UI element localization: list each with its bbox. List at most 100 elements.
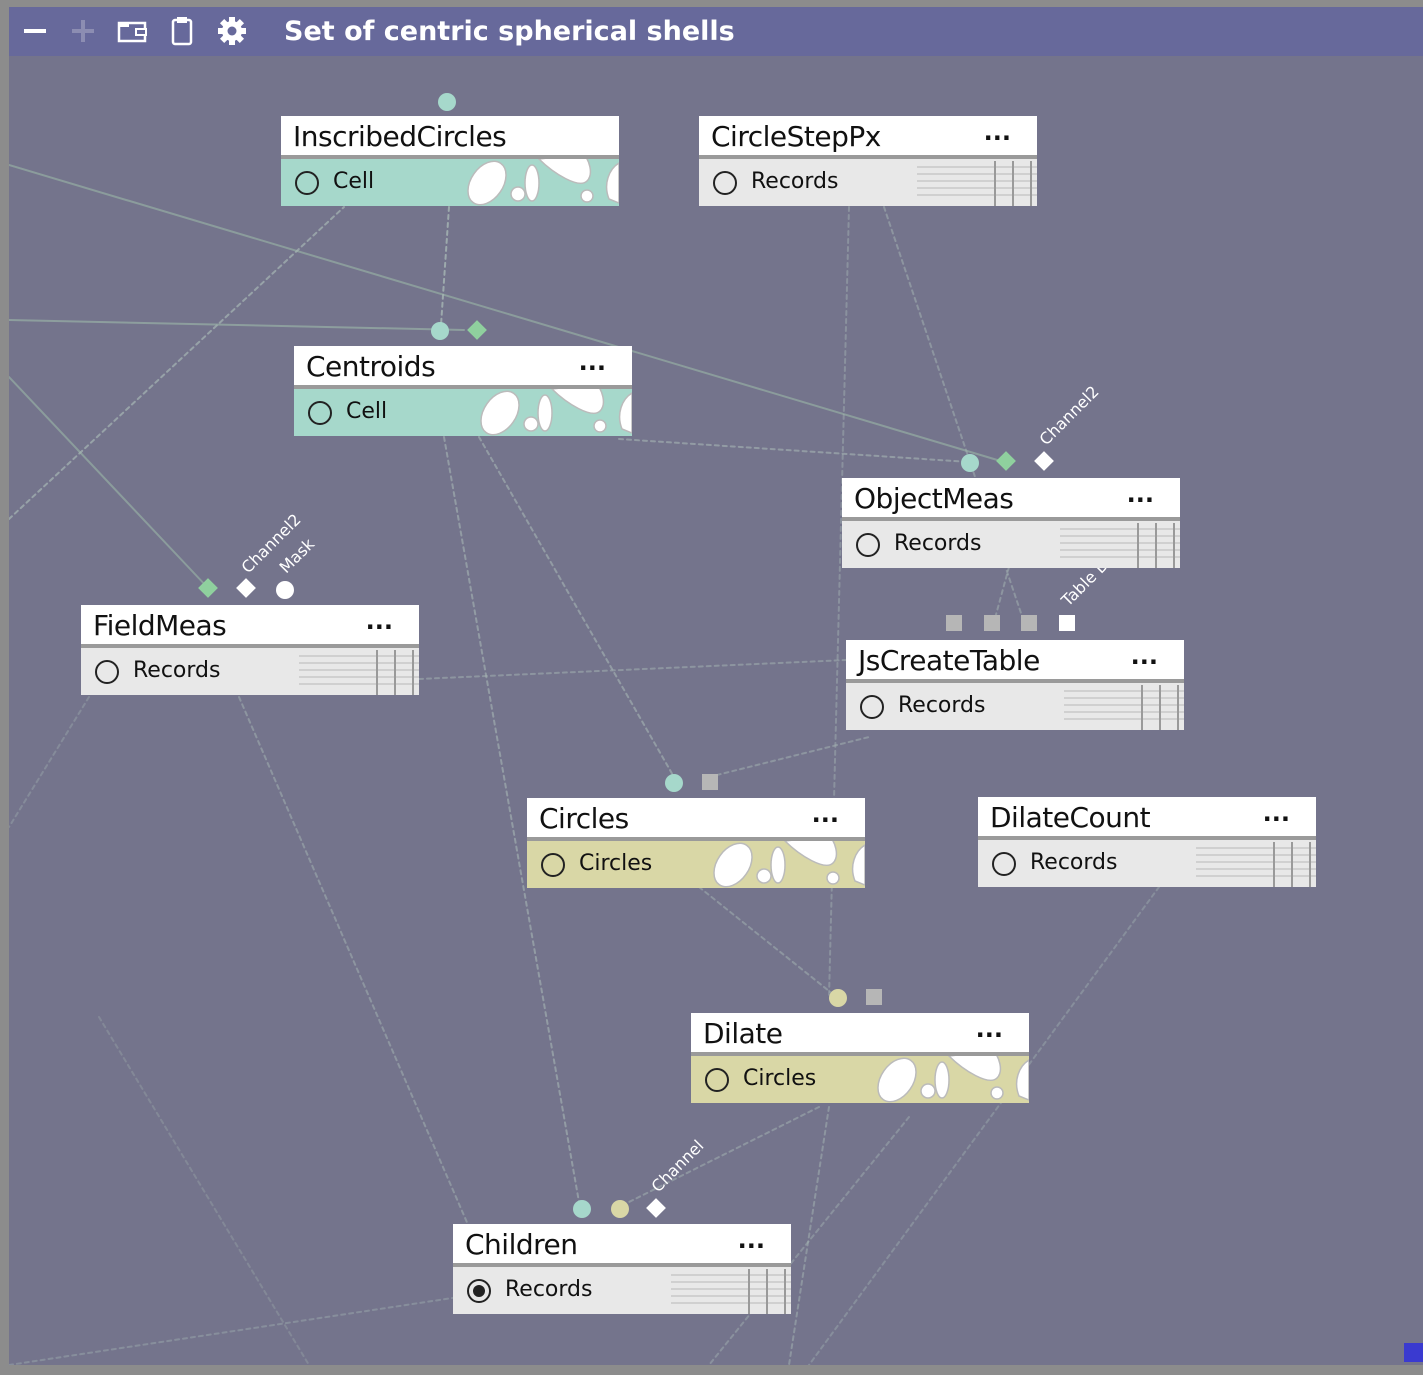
edge-line [993,566,1010,623]
plus-icon[interactable] [67,15,99,47]
output-radio[interactable] [992,852,1016,876]
clipboard-icon[interactable] [166,15,198,47]
output-type-label: Circles [743,1066,817,1091]
output-type-label: Records [1030,850,1118,875]
input-pin[interactable] [829,989,847,1007]
output-type-label: Records [894,531,982,556]
node-circlestepx[interactable]: CircleStepPx ... Records [699,116,1037,206]
output-radio[interactable] [856,533,880,557]
node-menu-button[interactable]: ... [1263,801,1290,825]
input-pin[interactable] [946,615,962,631]
output-radio[interactable] [295,171,319,195]
input-pin[interactable] [431,322,449,340]
node-circles[interactable]: Circles ... Circles [527,798,865,888]
node-menu-button[interactable]: ... [812,802,839,826]
edge-line [698,886,835,996]
node-header[interactable]: Centroids ... [294,346,632,389]
title-bar: Set of centric spherical shells [9,7,1423,56]
node-output[interactable]: Records [846,683,1184,730]
node-output[interactable]: Records [978,840,1316,887]
output-type-label: Cell [346,399,388,424]
gear-icon[interactable] [216,15,248,47]
node-menu-button[interactable]: ... [1131,644,1158,668]
input-pin[interactable] [611,1200,629,1218]
output-type-label: Cell [333,169,375,194]
input-pin[interactable] [1059,615,1075,631]
output-radio[interactable] [860,695,884,719]
node-menu-button[interactable]: ... [579,350,606,374]
node-output[interactable]: Circles [691,1056,1029,1103]
edge-line [618,1106,820,1208]
node-menu-button[interactable]: ... [984,120,1011,144]
output-radio-selected[interactable] [467,1279,491,1303]
input-pin[interactable] [573,1200,591,1218]
node-header[interactable]: FieldMeas ... [81,605,419,648]
node-output[interactable]: Cell [294,389,632,436]
node-dilate[interactable]: Dilate ... Circles [691,1013,1029,1103]
node-name: CircleStepPx [711,120,881,153]
node-name: JsCreateTable [858,644,1040,677]
node-output[interactable]: Records [699,159,1037,206]
node-fieldmeas[interactable]: FieldMeas ... Records [81,605,419,695]
edge-line [808,886,1160,1365]
node-header[interactable]: Circles ... [527,798,865,841]
input-pin[interactable] [866,989,882,1005]
edge-line [98,1016,310,1365]
input-pin[interactable] [702,774,718,790]
input-pin[interactable] [665,774,683,792]
node-output[interactable]: Records [842,521,1180,568]
edge-line [9,376,210,590]
image-type-icon [877,1056,1029,1103]
node-inscribedcircles[interactable]: InscribedCircles Cell [281,116,619,206]
input-pin[interactable] [438,93,456,111]
node-output[interactable]: Cell [281,159,619,206]
node-name: Centroids [306,350,436,383]
node-menu-button[interactable]: ... [976,1017,1003,1041]
input-pin[interactable] [984,615,1000,631]
node-name: FieldMeas [93,609,227,642]
edge-line [9,319,465,331]
node-name: DilateCount [990,801,1151,834]
output-radio[interactable] [308,401,332,425]
node-name: Circles [539,802,629,835]
input-pin[interactable] [961,454,979,472]
node-header[interactable]: JsCreateTable ... [846,640,1184,683]
node-objectmeas[interactable]: ObjectMeas ... Records [842,478,1180,568]
node-children[interactable]: Children ... Records [453,1224,791,1314]
table-type-icon [1064,685,1184,730]
node-output[interactable]: Records [81,648,419,695]
node-name: InscribedCircles [293,120,507,153]
node-output[interactable]: Circles [527,841,865,888]
resize-handle[interactable] [1404,1343,1423,1362]
node-header[interactable]: CircleStepPx ... [699,116,1037,159]
node-jscreatetable[interactable]: JsCreateTable ... Records [846,640,1184,730]
node-header[interactable]: ObjectMeas ... [842,478,1180,521]
input-pin[interactable] [1021,615,1037,631]
output-radio[interactable] [541,853,565,877]
input-pin[interactable] [276,581,294,599]
node-menu-button[interactable]: ... [1127,482,1154,506]
edge-line [238,696,470,1228]
node-header[interactable]: DilateCount ... [978,797,1316,840]
node-header[interactable]: Children ... [453,1224,791,1267]
node-dilatecount[interactable]: DilateCount ... Records [978,797,1316,887]
import-icon[interactable] [116,15,148,47]
output-radio[interactable] [713,171,737,195]
node-header[interactable]: Dilate ... [691,1013,1029,1056]
edge-line [9,1296,460,1365]
minus-icon[interactable] [19,15,51,47]
node-centroids[interactable]: Centroids ... Cell [294,346,632,436]
output-type-label: Records [751,169,839,194]
output-radio[interactable] [705,1068,729,1092]
table-type-icon [917,161,1037,206]
output-radio[interactable] [95,660,119,684]
image-type-icon [713,841,865,888]
graph-canvas[interactable]: Set of centric spherical shells Channel2… [9,7,1423,1365]
node-output[interactable]: Records [453,1267,791,1314]
edge-line [788,1106,830,1365]
node-menu-button[interactable]: ... [738,1228,765,1252]
node-name: ObjectMeas [854,482,1014,515]
output-type-label: Records [898,693,986,718]
node-header[interactable]: InscribedCircles [281,116,619,159]
node-menu-button[interactable]: ... [366,609,393,633]
